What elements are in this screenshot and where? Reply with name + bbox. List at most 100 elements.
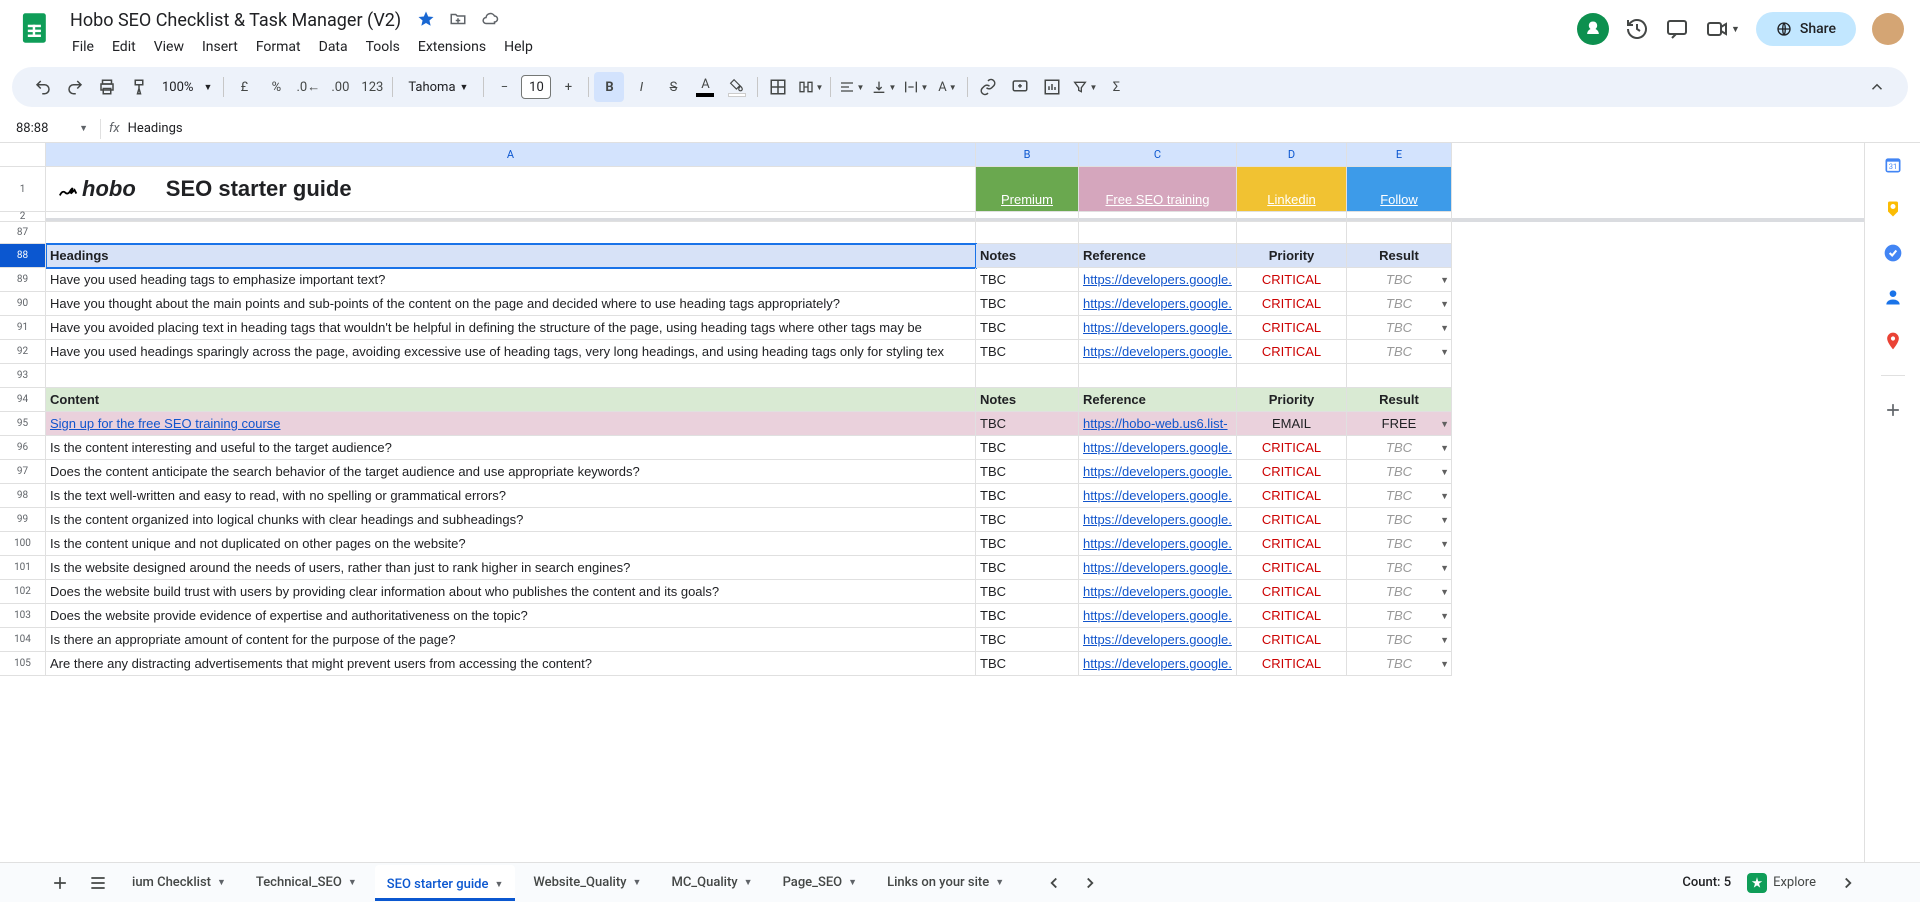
row-header-94[interactable]: 94 (0, 388, 46, 412)
increase-font-button[interactable]: + (553, 72, 583, 102)
chart-button[interactable] (1037, 72, 1067, 102)
cell-priority[interactable]: CRITICAL (1237, 292, 1347, 316)
cell-question[interactable]: Is the website designed around the needs… (46, 556, 976, 580)
chevron-down-icon[interactable]: ▼ (494, 879, 503, 890)
row-header-87[interactable]: 87 (0, 222, 46, 244)
tab-scroll-right[interactable] (1074, 867, 1106, 899)
print-button[interactable] (92, 72, 122, 102)
cell-notes[interactable]: TBC (976, 652, 1079, 676)
cloud-icon[interactable] (481, 10, 499, 32)
cell-reference-link[interactable]: https://developers.google. (1079, 628, 1237, 652)
cell-reference-link[interactable]: https://developers.google. (1079, 268, 1237, 292)
cell-question[interactable]: Are there any distracting advertisements… (46, 652, 976, 676)
sheet-tab-page-seo[interactable]: Page_SEO▼ (771, 865, 869, 901)
insert-comment-button[interactable] (1005, 72, 1035, 102)
star-icon[interactable] (417, 10, 435, 32)
cell-question[interactable]: Is the content interesting and useful to… (46, 436, 976, 460)
menu-tools[interactable]: Tools (358, 35, 408, 59)
keep-icon[interactable] (1883, 199, 1903, 219)
chevron-down-icon[interactable]: ▼ (1440, 611, 1449, 621)
cell-question[interactable]: Have you thought about the main points a… (46, 292, 976, 316)
functions-button[interactable]: Σ (1101, 72, 1131, 102)
cell-priority[interactable]: CRITICAL (1237, 436, 1347, 460)
sheet-tab-ium-checklist[interactable]: ium Checklist▼ (120, 865, 238, 901)
cell-notes[interactable]: TBC (976, 580, 1079, 604)
cell-notes[interactable]: TBC (976, 340, 1079, 364)
cell-result[interactable]: TBC▼ (1347, 316, 1452, 340)
row-header-2[interactable]: 2 (0, 212, 46, 222)
chevron-down-icon[interactable]: ▼ (1440, 275, 1449, 285)
v-align-button[interactable]: ▼ (868, 72, 898, 102)
chevron-down-icon[interactable]: ▼ (633, 877, 642, 888)
side-panel-toggle[interactable] (1832, 867, 1864, 899)
cell-reference-hdr[interactable]: Reference (1079, 244, 1237, 268)
row-header-88[interactable]: 88 (0, 244, 46, 268)
cell-question[interactable]: Is the content organized into logical ch… (46, 508, 976, 532)
wrap-button[interactable]: ▼ (900, 72, 930, 102)
borders-button[interactable] (763, 72, 793, 102)
currency-button[interactable]: £ (229, 72, 259, 102)
cell-result[interactable]: TBC▼ (1347, 484, 1452, 508)
chevron-down-icon[interactable]: ▼ (1440, 659, 1449, 669)
chevron-down-icon[interactable]: ▼ (1440, 635, 1449, 645)
free-training-link[interactable]: Free SEO training (1079, 167, 1237, 212)
col-header-b[interactable]: B (976, 143, 1079, 167)
cell-headings[interactable]: Headings (46, 244, 976, 268)
cell-result[interactable]: TBC▼ (1347, 580, 1452, 604)
menu-help[interactable]: Help (496, 35, 541, 59)
col-header-a[interactable]: A (46, 143, 976, 167)
cell-result[interactable]: TBC▼ (1347, 292, 1452, 316)
cell-notes[interactable]: TBC (976, 508, 1079, 532)
cell-question[interactable]: Have you avoided placing text in heading… (46, 316, 976, 340)
cell-result[interactable]: TBC▼ (1347, 508, 1452, 532)
select-all-corner[interactable] (0, 143, 46, 167)
fill-color-button[interactable] (722, 72, 752, 102)
tab-scroll-left[interactable] (1038, 867, 1070, 899)
rotate-button[interactable]: A▼ (932, 72, 962, 102)
font-size-input[interactable]: 10 (521, 75, 551, 99)
title-cell[interactable]: hobo SEO starter guide (46, 167, 976, 212)
percent-button[interactable]: % (261, 72, 291, 102)
doc-title[interactable]: Hobo SEO Checklist & Task Manager (V2) (64, 8, 407, 33)
cell-result[interactable]: TBC▼ (1347, 556, 1452, 580)
chevron-down-icon[interactable]: ▼ (1440, 443, 1449, 453)
chevron-down-icon[interactable]: ▼ (1440, 491, 1449, 501)
contacts-icon[interactable] (1883, 287, 1903, 307)
cell-result[interactable]: TBC▼ (1347, 652, 1452, 676)
cell-reference-link[interactable]: https://developers.google. (1079, 292, 1237, 316)
font-select[interactable]: Tahoma▼ (398, 80, 478, 95)
more-formats-button[interactable]: 123 (357, 72, 387, 102)
cell-priority[interactable]: CRITICAL (1237, 652, 1347, 676)
cell-notes[interactable]: TBC (976, 532, 1079, 556)
cell-reference-link[interactable]: https://developers.google. (1079, 484, 1237, 508)
merge-button[interactable]: ▼ (795, 72, 825, 102)
selection-count[interactable]: Count: 5 (1682, 875, 1731, 890)
row-header-104[interactable]: 104 (0, 628, 46, 652)
row-header-93[interactable]: 93 (0, 364, 46, 388)
cell-priority[interactable]: CRITICAL (1237, 460, 1347, 484)
strikethrough-button[interactable]: S (658, 72, 688, 102)
cell-notes[interactable]: TBC (976, 436, 1079, 460)
cell-question[interactable]: Does the content anticipate the search b… (46, 460, 976, 484)
comments-icon[interactable] (1665, 17, 1689, 41)
cell-priority[interactable]: CRITICAL (1237, 532, 1347, 556)
cell-reference-link[interactable]: https://developers.google. (1079, 652, 1237, 676)
cell-priority[interactable]: CRITICAL (1237, 556, 1347, 580)
add-sheet-button[interactable] (44, 867, 76, 899)
cell-notes[interactable]: TBC (976, 628, 1079, 652)
menu-insert[interactable]: Insert (194, 35, 246, 59)
add-icon[interactable] (1883, 400, 1903, 420)
formula-bar-content[interactable]: Headings (128, 121, 183, 136)
meet-icon[interactable]: ▼ (1705, 17, 1740, 41)
col-header-e[interactable]: E (1347, 143, 1452, 167)
chevron-down-icon[interactable]: ▼ (1440, 419, 1449, 429)
cell-notes[interactable]: TBC (976, 484, 1079, 508)
cell-result[interactable]: TBC▼ (1347, 436, 1452, 460)
explore-button[interactable]: Explore (1747, 873, 1816, 893)
chevron-down-icon[interactable]: ▼ (1440, 299, 1449, 309)
row-header-92[interactable]: 92 (0, 340, 46, 364)
cell-question[interactable]: Is there an appropriate amount of conten… (46, 628, 976, 652)
cell-priority-hdr[interactable]: Priority (1237, 244, 1347, 268)
cell-priority[interactable]: CRITICAL (1237, 628, 1347, 652)
chevron-down-icon[interactable]: ▼ (1440, 587, 1449, 597)
